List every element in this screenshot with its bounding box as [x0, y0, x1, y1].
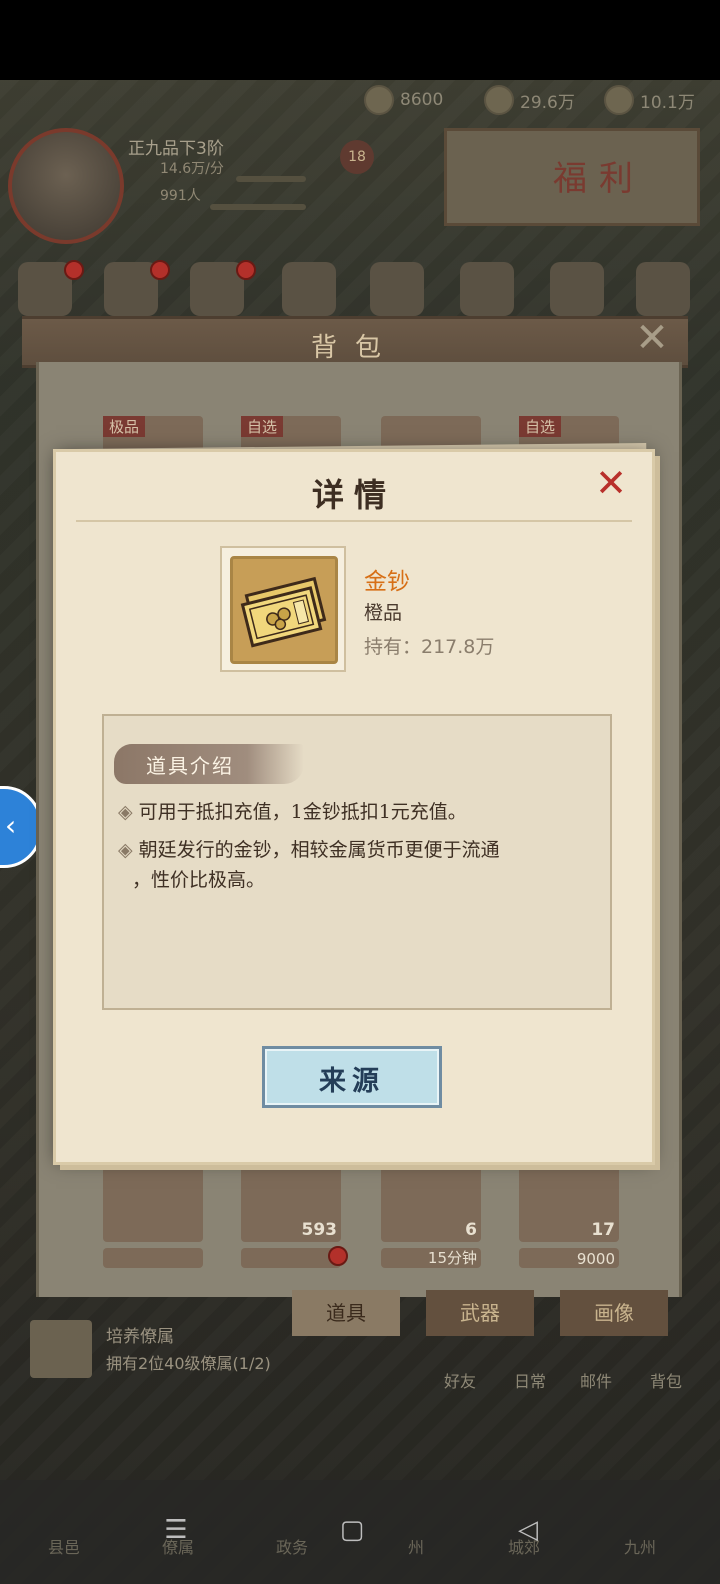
task-scroll-icon	[30, 1320, 92, 1378]
resource-ingot: 8600	[364, 85, 444, 115]
source-button[interactable]: 来源	[262, 1046, 442, 1108]
ingot-icon	[364, 85, 394, 115]
description-line: ◈ 可用于抵扣充值，1金钞抵扣1元充值。	[118, 801, 467, 823]
item-name: 金钞	[364, 569, 410, 595]
welfare-banner[interactable]: 福利	[444, 128, 700, 226]
link-mail[interactable]: 邮件	[580, 1368, 612, 1392]
slot-tag: 极品	[103, 416, 146, 437]
function-icon-4[interactable]	[282, 262, 336, 316]
slot-tag: 自选	[241, 416, 284, 437]
close-icon[interactable]: ✕	[588, 460, 634, 506]
backpack-slot[interactable]	[241, 1248, 341, 1268]
player-rank: 正九品下3阶	[128, 139, 224, 159]
link-backpack[interactable]: 背包	[650, 1368, 682, 1392]
income-bar	[236, 176, 306, 182]
description-title: 道具介绍	[146, 754, 234, 778]
resource-coin-value: 29.6万	[520, 92, 575, 113]
food-icon	[604, 85, 634, 115]
backpack-header: 背包	[22, 316, 688, 368]
player-income: 14.6万/分	[160, 161, 224, 177]
item-grade: 橙品	[364, 602, 403, 624]
diamond-bullet-icon: ◈	[118, 801, 133, 823]
notification-dot	[150, 260, 170, 280]
notification-dot	[236, 260, 256, 280]
nav-state[interactable]: 州	[408, 1534, 424, 1558]
backpack-close-button[interactable]: ✕	[626, 318, 678, 358]
description-line: ◈ 朝廷发行的金钞，相较金属货币更便于流通	[118, 839, 500, 861]
source-button-label: 来源	[319, 1066, 385, 1097]
link-friends[interactable]: 好友	[444, 1368, 476, 1392]
function-icon-6[interactable]	[460, 262, 514, 316]
gold-note-icon	[230, 556, 338, 664]
notification-dot	[328, 1246, 348, 1266]
backpack-title: 背包	[310, 333, 399, 363]
function-icon-5[interactable]	[370, 262, 424, 316]
system-home-button[interactable]: ▢	[332, 1510, 372, 1550]
function-icon-8[interactable]	[636, 262, 690, 316]
link-daily[interactable]: 日常	[514, 1368, 546, 1392]
dialog-title: 详情	[311, 476, 396, 514]
diamond-bullet-icon: ◈	[118, 839, 133, 861]
item-count: 17	[591, 1220, 615, 1240]
item-count: 6	[465, 1220, 477, 1240]
resource-food-value: 10.1万	[640, 92, 695, 113]
nav-nine-states[interactable]: 九州	[624, 1534, 656, 1558]
divider	[76, 520, 632, 522]
system-back-button[interactable]: ◁	[508, 1510, 548, 1550]
backpack-slot[interactable]: 9000	[519, 1248, 619, 1268]
nav-county[interactable]: 县邑	[48, 1534, 80, 1558]
backpack-slot[interactable]	[103, 1248, 203, 1268]
item-holding: 持有：217.8万	[364, 636, 495, 658]
resource-coin: 29.6万	[484, 85, 575, 115]
welfare-label: 福利	[553, 159, 645, 199]
player-avatar[interactable]	[8, 128, 124, 244]
tab-portraits[interactable]: 画像	[560, 1290, 668, 1336]
nav-affairs[interactable]: 政务	[276, 1534, 308, 1558]
player-population: 991人	[160, 188, 201, 204]
function-icon-7[interactable]	[550, 262, 604, 316]
timer-label: 15分钟	[427, 1249, 477, 1267]
description-line-cont: ，性价比极高。	[132, 869, 266, 891]
backpack-slot[interactable]: 15分钟	[381, 1248, 481, 1268]
task-tracker[interactable]: 培养僚属 拥有2位40级僚属(1/2)	[30, 1320, 330, 1380]
task-progress: 拥有2位40级僚属(1/2)	[106, 1354, 271, 1373]
slot-tag: 自选	[519, 416, 562, 437]
price-label: 9000	[576, 1250, 615, 1268]
chevron-left-icon: ‹	[5, 809, 17, 842]
item-details-dialog: 详情 ✕ 金钞 橙品 持有：217.8万 道具介绍 ◈ 可用于抵扣充值，1金钞抵扣…	[56, 452, 652, 1162]
coin-icon	[484, 85, 514, 115]
tab-weapons[interactable]: 武器	[426, 1290, 534, 1336]
system-menu-button[interactable]: ☰	[156, 1510, 196, 1550]
resource-food: 10.1万	[604, 85, 695, 115]
status-bar	[0, 0, 720, 80]
item-count: 593	[301, 1220, 338, 1240]
resource-ingot-value: 8600	[400, 90, 444, 110]
notification-dot	[64, 260, 84, 280]
backpack-slot[interactable]: 17	[519, 1152, 619, 1242]
task-title: 培养僚属	[106, 1327, 174, 1347]
population-bar	[210, 204, 306, 210]
player-level-badge: 18	[340, 140, 374, 174]
